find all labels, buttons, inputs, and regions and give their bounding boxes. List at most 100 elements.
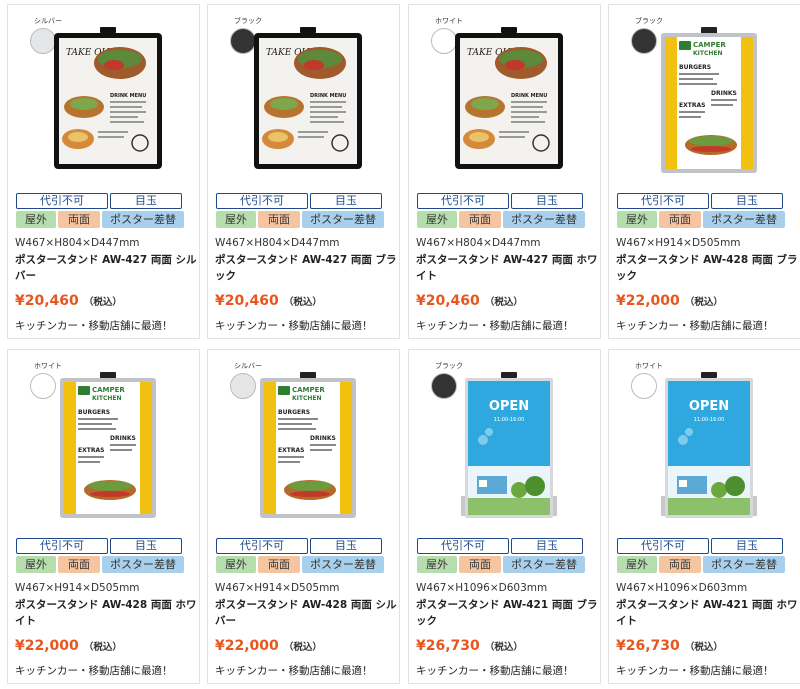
- tag-poster-replaceable: ポスター差替: [302, 211, 384, 228]
- tax-label: （税込）: [484, 642, 523, 653]
- poster-hours-text: 11:00-16:00: [494, 417, 525, 423]
- tag-group: 代引不可 目玉 屋外 両面 ポスター差替: [16, 538, 194, 575]
- product-price: ¥20,460: [215, 293, 279, 309]
- tax-label: （税込）: [83, 642, 122, 653]
- tag-outdoor: 屋外: [216, 211, 256, 228]
- tag-featured: 目玉: [310, 193, 382, 209]
- product-card[interactable]: ブラック TAKE OUT DRINK MENU 代引不可 目玉 屋外 両面 ポ…: [207, 4, 400, 339]
- tag-no-cod: 代引不可: [16, 538, 108, 554]
- poster-burgers-text: BURGERS: [679, 64, 711, 71]
- poster-drink-menu-text: DRINK MENU: [511, 93, 547, 99]
- product-name[interactable]: ポスタースタンド AW-427 両面 シルバー: [15, 252, 197, 284]
- product-image[interactable]: CAMPER KITCHEN BURGERS DRINKS EXTRAS: [48, 370, 168, 520]
- tax-label: （税込）: [83, 297, 122, 308]
- tag-group: 代引不可 目玉 屋外 両面 ポスター差替: [617, 538, 795, 575]
- poster-drinks-text: DRINKS: [110, 435, 136, 442]
- tag-featured: 目玉: [511, 538, 583, 554]
- tag-group: 代引不可 目玉 屋外 両面 ポスター差替: [16, 193, 194, 230]
- price-line: ¥22,000 （税込）: [215, 635, 322, 654]
- tax-label: （税込）: [684, 297, 723, 308]
- tag-double-sided: 両面: [659, 211, 701, 228]
- tag-no-cod: 代引不可: [417, 538, 509, 554]
- tag-featured: 目玉: [310, 538, 382, 554]
- tag-poster-replaceable: ポスター差替: [102, 211, 184, 228]
- product-image[interactable]: CAMPER KITCHEN BURGERS DRINKS EXTRAS: [649, 25, 769, 175]
- product-card[interactable]: シルバー CAMPER KITCHEN BURGERS DRINKS EXTRA…: [207, 349, 400, 684]
- price-line: ¥20,460 （税込）: [15, 290, 122, 309]
- tag-outdoor: 屋外: [617, 556, 657, 573]
- product-name[interactable]: ポスタースタンド AW-427 両面 ブラック: [215, 252, 397, 284]
- tag-no-cod: 代引不可: [617, 193, 709, 209]
- product-name[interactable]: ポスタースタンド AW-421 両面 ブラック: [416, 597, 598, 629]
- price-line: ¥26,730 （税込）: [416, 635, 523, 654]
- product-card[interactable]: ホワイト CAMPER KITCHEN BURGERS DRINKS EXTRA…: [7, 349, 200, 684]
- tag-featured: 目玉: [110, 193, 182, 209]
- product-card[interactable]: ホワイト OPEN 11:00-16:00 代引不可 目玉 屋外 両面 ポスター…: [608, 349, 800, 684]
- product-image[interactable]: TAKE OUT DRINK MENU: [248, 25, 368, 175]
- tag-double-sided: 両面: [58, 556, 100, 573]
- product-size: W467×H914×D505mm: [215, 582, 340, 594]
- tax-label: （税込）: [283, 642, 322, 653]
- product-image[interactable]: OPEN 11:00-16:00: [649, 370, 769, 520]
- product-catchphrase: キッチンカー・移動店舗に最適！: [416, 665, 574, 677]
- tag-poster-replaceable: ポスター差替: [503, 556, 585, 573]
- tax-label: （税込）: [484, 297, 523, 308]
- poster-kitchen-text: KITCHEN: [292, 395, 322, 402]
- product-name[interactable]: ポスタースタンド AW-428 両面 ブラック: [616, 252, 798, 284]
- tag-no-cod: 代引不可: [417, 193, 509, 209]
- price-line: ¥20,460 （税込）: [416, 290, 523, 309]
- poster-extras-text: EXTRAS: [679, 102, 705, 109]
- product-catchphrase: キッチンカー・移動店舗に最適！: [215, 665, 373, 677]
- product-size: W467×H1096×D603mm: [416, 582, 548, 594]
- poster-drink-menu-text: DRINK MENU: [310, 93, 346, 99]
- tag-outdoor: 屋外: [16, 556, 56, 573]
- product-catchphrase: キッチンカー・移動店舗に最適！: [416, 320, 574, 332]
- tag-featured: 目玉: [511, 193, 583, 209]
- product-size: W467×H804×D447mm: [15, 237, 140, 249]
- tag-group: 代引不可 目玉 屋外 両面 ポスター差替: [417, 193, 595, 230]
- product-card[interactable]: シルバー TAKE OUT DRINK MENU 代引不可 目玉 屋外 両面 ポ…: [7, 4, 200, 339]
- product-image[interactable]: OPEN 11:00-16:00: [449, 370, 569, 520]
- product-name[interactable]: ポスタースタンド AW-428 両面 ホワイト: [15, 597, 197, 629]
- tag-group: 代引不可 目玉 屋外 両面 ポスター差替: [216, 193, 394, 230]
- tag-outdoor: 屋外: [417, 556, 457, 573]
- poster-drinks-text: DRINKS: [711, 90, 737, 97]
- tag-poster-replaceable: ポスター差替: [503, 211, 585, 228]
- tax-label: （税込）: [283, 297, 322, 308]
- product-size: W467×H804×D447mm: [215, 237, 340, 249]
- product-name[interactable]: ポスタースタンド AW-428 両面 シルバー: [215, 597, 397, 629]
- product-grid: シルバー TAKE OUT DRINK MENU 代引不可 目玉 屋外 両面 ポ…: [0, 0, 800, 689]
- tag-featured: 目玉: [711, 193, 783, 209]
- product-name[interactable]: ポスタースタンド AW-421 両面 ホワイト: [616, 597, 798, 629]
- tag-group: 代引不可 目玉 屋外 両面 ポスター差替: [617, 193, 795, 230]
- product-card[interactable]: ホワイト TAKE OUT DRINK MENU 代引不可 目玉 屋外 両面 ポ…: [408, 4, 601, 339]
- product-name[interactable]: ポスタースタンド AW-427 両面 ホワイト: [416, 252, 598, 284]
- tag-poster-replaceable: ポスター差替: [703, 211, 785, 228]
- product-card[interactable]: ブラック OPEN 11:00-16:00 代引不可 目玉 屋外 両面 ポスター…: [408, 349, 601, 684]
- tag-no-cod: 代引不可: [617, 538, 709, 554]
- tag-featured: 目玉: [711, 538, 783, 554]
- product-size: W467×H1096×D603mm: [616, 582, 748, 594]
- price-line: ¥22,000 （税込）: [15, 635, 122, 654]
- tag-double-sided: 両面: [258, 556, 300, 573]
- product-catchphrase: キッチンカー・移動店舗に最適！: [215, 320, 373, 332]
- product-price: ¥20,460: [15, 293, 79, 309]
- product-image[interactable]: TAKE OUT DRINK MENU: [449, 25, 569, 175]
- product-price: ¥26,730: [416, 638, 480, 654]
- tag-group: 代引不可 目玉 屋外 両面 ポスター差替: [417, 538, 595, 575]
- poster-drinks-text: DRINKS: [310, 435, 336, 442]
- product-image[interactable]: TAKE OUT DRINK MENU: [48, 25, 168, 175]
- product-card[interactable]: ブラック CAMPER KITCHEN BURGERS DRINKS EXTRA…: [608, 4, 800, 339]
- tag-no-cod: 代引不可: [216, 193, 308, 209]
- tag-no-cod: 代引不可: [16, 193, 108, 209]
- tag-no-cod: 代引不可: [216, 538, 308, 554]
- product-catchphrase: キッチンカー・移動店舗に最適！: [15, 320, 173, 332]
- product-size: W467×H914×D505mm: [616, 237, 741, 249]
- product-catchphrase: キッチンカー・移動店舗に最適！: [15, 665, 173, 677]
- product-size: W467×H914×D505mm: [15, 582, 140, 594]
- poster-extras-text: EXTRAS: [278, 447, 304, 454]
- product-image[interactable]: CAMPER KITCHEN BURGERS DRINKS EXTRAS: [248, 370, 368, 520]
- tag-double-sided: 両面: [459, 556, 501, 573]
- product-size: W467×H804×D447mm: [416, 237, 541, 249]
- product-price: ¥20,460: [416, 293, 480, 309]
